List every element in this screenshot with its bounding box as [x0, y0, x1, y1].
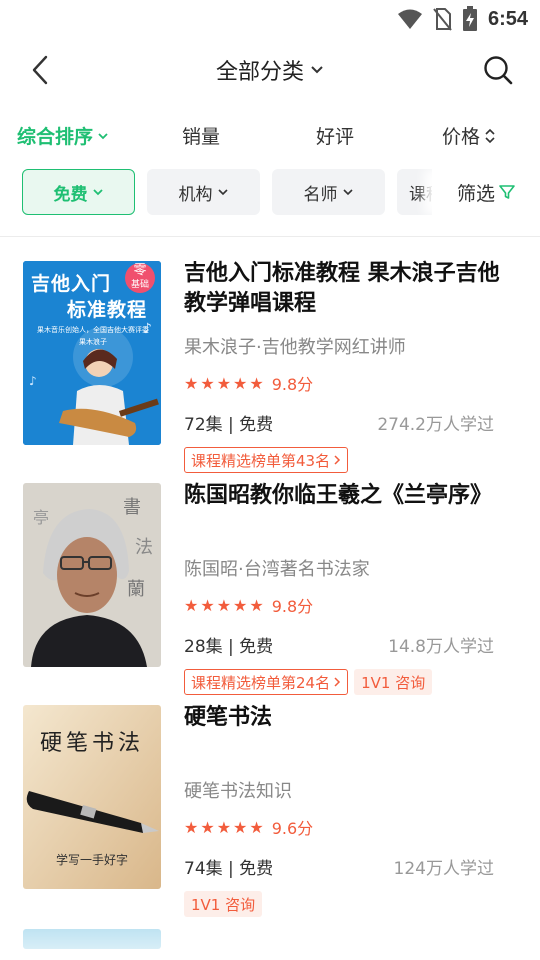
chevron-down-icon: [98, 132, 108, 139]
sort-bar: 综合排序 销量 好评 价格: [0, 110, 540, 160]
svg-text:書: 書: [123, 497, 141, 518]
course-cover: ♪ ♪ 吉他入门 标准教程 零 基础 果木音乐创始人，全国吉他大赛评委 果木浪子: [23, 261, 161, 445]
star-icon: ★: [216, 817, 232, 837]
course-card[interactable]: 硬笔书法 学写一手好字 硬笔书法 硬笔书法知识 ★ ★ ★ ★ ★ 9.6分 74集 |…: [0, 681, 540, 917]
teacher-portrait: 書 法 蘭 亭: [23, 483, 161, 667]
cover-title-line2: 标准教程: [67, 299, 148, 321]
status-time: 6:54: [487, 7, 528, 30]
filter-chip-label: 名师: [303, 184, 338, 205]
cover-caption: 果木音乐创始人，全国吉他大赛评委: [37, 326, 149, 334]
chevron-down-icon: [92, 189, 103, 196]
status-icons: 6:54: [397, 6, 528, 32]
sort-sales-label: 销量: [182, 126, 221, 148]
star-icon: ★: [200, 595, 215, 615]
star-icon: ★: [216, 373, 232, 393]
chevron-down-icon: [311, 66, 323, 74]
sort-reviews-label: 好评: [316, 126, 355, 148]
sort-reviews[interactable]: 好评: [316, 122, 354, 149]
course-rating: ★ ★ ★ ★ ★ 9.6分: [184, 815, 313, 839]
cover-badge-bottom: 基础: [130, 280, 149, 290]
sort-arrows-icon: [485, 128, 495, 143]
funnel-icon: [499, 185, 515, 199]
course-learners: 14.8万人学过: [388, 637, 494, 657]
filter-chip-label: 机构: [178, 184, 213, 205]
cover-badge: 零 基础: [125, 263, 155, 293]
course-meta: 72集 | 免费: [184, 415, 274, 435]
rating-score: 9.8分: [271, 597, 314, 616]
sort-comprehensive[interactable]: 综合排序: [17, 122, 109, 149]
course-author: 硬笔书法知识: [184, 781, 292, 802]
course-meta: 74集 | 免费: [184, 859, 274, 879]
svg-text:亭: 亭: [33, 508, 49, 527]
course-cover: 書 法 蘭 亭: [23, 483, 161, 667]
chevron-down-icon: [342, 189, 353, 196]
category-title-dropdown[interactable]: 全部分类: [216, 54, 324, 86]
back-arrow-icon: [32, 55, 48, 85]
star-icon: ★: [249, 373, 264, 393]
sort-comprehensive-label: 综合排序: [17, 126, 94, 148]
course-learners: 274.2万人学过: [377, 415, 494, 435]
course-title[interactable]: 陈国昭教你临王羲之《兰亭序》: [184, 481, 504, 511]
star-icon: ★: [200, 373, 215, 393]
battery-charging-icon: [462, 6, 477, 31]
star-icon: ★: [184, 373, 199, 393]
star-icon: ★: [216, 595, 232, 615]
course-learners: 124万人学过: [393, 859, 494, 879]
course-cover: 硬笔书法 学写一手好字: [23, 705, 161, 889]
search-icon: [484, 56, 513, 85]
cover-caption: 学写一手好字: [55, 853, 128, 867]
chevron-down-icon: [217, 189, 228, 196]
star-icon: ★: [184, 817, 199, 837]
course-card[interactable]: 書 法 蘭 亭 陈国昭教你临王羲之《兰亭序》 陈国昭·台湾著名书法家 ★ ★ ★ ★ ★…: [0, 459, 540, 695]
star-icon: ★: [200, 817, 215, 837]
filter-chip-institution[interactable]: 机构: [147, 169, 260, 215]
rating-score: 9.6分: [271, 819, 314, 838]
search-button[interactable]: [478, 50, 518, 90]
star-icon: ★: [233, 373, 248, 393]
svg-text:蘭: 蘭: [127, 579, 145, 600]
back-button[interactable]: [22, 50, 58, 90]
page-title: 全部分类: [215, 60, 304, 85]
cover-title-line1: 吉他入门: [31, 273, 112, 295]
filter-bar: 免费 机构 名师 课程 筛选: [0, 169, 540, 217]
screen-filter-button[interactable]: 筛选: [432, 169, 540, 215]
sort-price-label: 价格: [442, 126, 481, 148]
star-icon: ★: [249, 595, 264, 615]
svg-text:♪: ♪: [29, 374, 37, 388]
screen-filter-label: 筛选: [456, 182, 495, 205]
cover-badge-top: 零: [133, 263, 147, 278]
course-rating: ★ ★ ★ ★ ★ 9.8分: [184, 371, 313, 395]
no-sim-icon: [433, 8, 452, 31]
status-bar: 6:54: [0, 0, 540, 36]
sort-sales[interactable]: 销量: [182, 122, 220, 149]
filter-chip-label: 免费: [53, 184, 88, 205]
course-author: 陈国昭·台湾著名书法家: [184, 559, 370, 580]
svg-text:法: 法: [135, 537, 153, 558]
star-icon: ★: [233, 595, 248, 615]
course-title[interactable]: 吉他入门标准教程 果木浪子吉他教学弹唱课程: [184, 259, 504, 319]
course-card[interactable]: ♪ ♪ 吉他入门 标准教程 零 基础 果木音乐创始人，全国吉他大赛评委 果木浪子…: [0, 237, 540, 473]
star-icon: ★: [249, 817, 264, 837]
rating-score: 9.8分: [271, 375, 314, 394]
course-card[interactable]: [0, 903, 540, 949]
cover-title: 硬笔书法: [39, 731, 144, 756]
course-cover: [23, 929, 161, 949]
course-rating: ★ ★ ★ ★ ★ 9.8分: [184, 593, 313, 617]
sort-price[interactable]: 价格: [442, 122, 496, 149]
cover-caption-name: 果木浪子: [79, 338, 107, 346]
star-icon: ★: [233, 817, 248, 837]
course-author: 果木浪子·吉他教学网红讲师: [184, 337, 406, 358]
course-list: ♪ ♪ 吉他入门 标准教程 零 基础 果木音乐创始人，全国吉他大赛评委 果木浪子…: [0, 237, 540, 949]
star-icon: ★: [184, 595, 199, 615]
course-meta: 28集 | 免费: [184, 637, 274, 657]
wifi-icon: [397, 9, 422, 29]
nav-bar: 全部分类: [0, 40, 540, 100]
course-title[interactable]: 硬笔书法: [184, 703, 504, 733]
filter-chip-teacher[interactable]: 名师: [272, 169, 385, 215]
filter-chip-free[interactable]: 免费: [22, 169, 135, 215]
